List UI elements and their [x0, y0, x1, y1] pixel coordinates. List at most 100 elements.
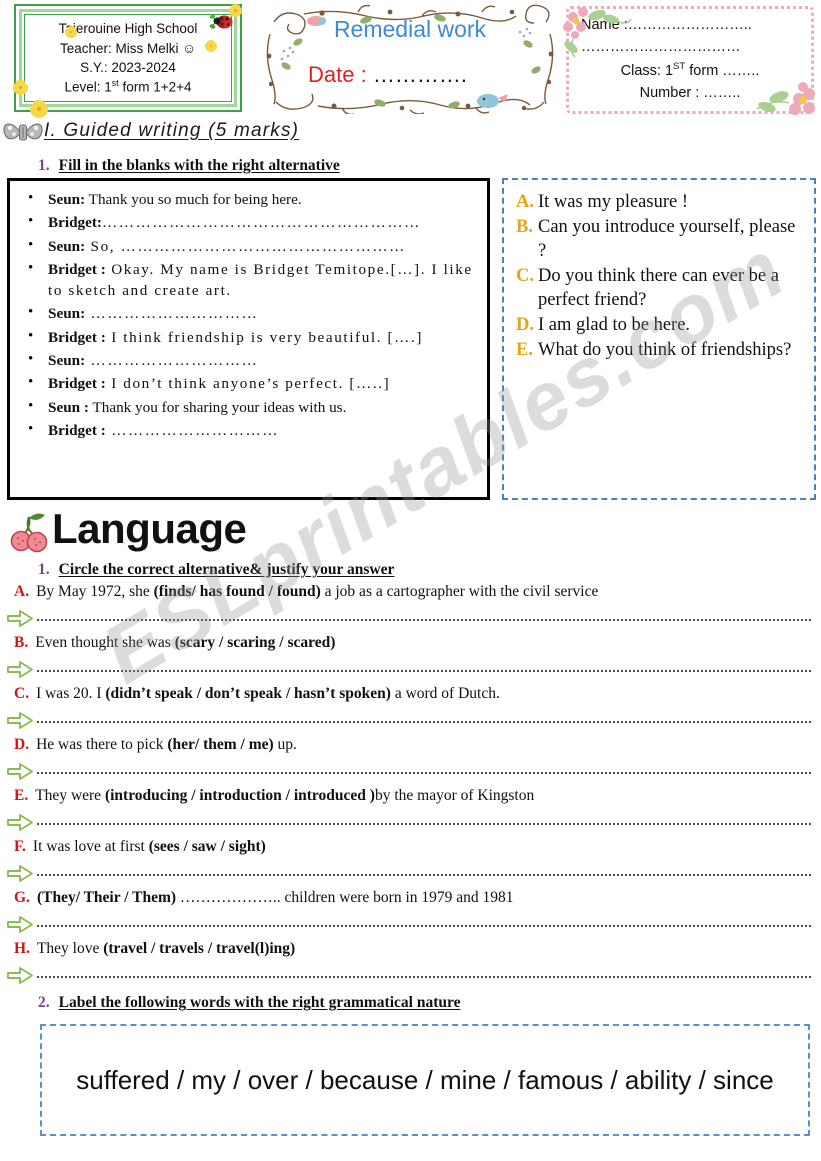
- ladybug-icon: [209, 14, 233, 29]
- flower-icon: [30, 100, 48, 118]
- option-item[interactable]: B. Can you introduce yourself, please ?: [512, 215, 806, 263]
- date-field: Date : ………….: [308, 62, 467, 88]
- option-letter: B.: [516, 217, 533, 238]
- grammar-answer-line[interactable]: [6, 709, 815, 733]
- grammar-text-after: by the mayor of Kingston: [374, 787, 535, 804]
- answer-dotted-line[interactable]: [37, 823, 811, 825]
- task-2-number: 1.: [38, 561, 50, 578]
- grammar-exercise-list: A. By May 1972, she (finds/ has found / f…: [0, 583, 821, 991]
- grammar-item: B. Even thought she was (scary / scaring …: [0, 634, 821, 685]
- flower-icon: [65, 26, 77, 38]
- dialogue-line: Seun : Thank you for sharing your ideas …: [18, 396, 479, 418]
- grammar-text-after: up.: [273, 736, 297, 753]
- answer-dotted-line[interactable]: [37, 772, 811, 774]
- grammar-choices[interactable]: (didn’t speak / don’t speak / hasn’t spo…: [105, 685, 391, 702]
- dialogue-text[interactable]: …………………………: [106, 422, 279, 439]
- grammar-choices[interactable]: (They/ Their / Them): [37, 889, 176, 906]
- grammar-answer-line[interactable]: [6, 607, 815, 631]
- dialogue-line: Seun: …………………………: [18, 302, 479, 324]
- language-section-heading: Language: [52, 505, 247, 552]
- dialogue-line: Bridget : I don’t think anyone’s perfect…: [18, 372, 479, 394]
- flower-decoration-icon: [563, 7, 632, 58]
- dialogue-text[interactable]: So, ……………………………………………: [85, 238, 406, 255]
- word-bank-text: suffered / my / over / because / mine / …: [76, 1064, 774, 1095]
- task-3-number: 2.: [38, 994, 50, 1011]
- answer-dotted-line[interactable]: [37, 721, 811, 723]
- option-item[interactable]: E. What do you think of friendships?: [512, 338, 806, 362]
- grammar-text-after: a job as a cartographer with the civil s…: [320, 583, 599, 600]
- grammar-item-letter: H.: [14, 940, 30, 957]
- dialogue-text[interactable]: I don’t think anyone’s perfect. […..]: [106, 375, 390, 392]
- options-list: A. It was my pleasure ! B. Can you introduc…: [512, 190, 806, 362]
- grammar-sentence: A. By May 1972, she (finds/ has found / f…: [14, 583, 811, 602]
- dialogue-list: Seun: Thank you so much for being here. B…: [18, 188, 479, 441]
- dialogue-text[interactable]: I think friendship is very beautiful. [……: [106, 329, 423, 346]
- flower-icon: [13, 80, 28, 95]
- dialogue-speaker: Bridget :: [48, 375, 106, 393]
- answer-dotted-line[interactable]: [37, 619, 811, 621]
- grammar-sentence: C. I was 20. I (didn’t speak / don’t spea…: [14, 685, 811, 704]
- option-item[interactable]: D. I am glad to be here.: [512, 313, 806, 337]
- task-1-number: 1.: [38, 157, 50, 174]
- grammar-answer-line[interactable]: [6, 811, 815, 835]
- header-row: Tajerouine High School Teacher: Miss Mel…: [0, 0, 821, 118]
- teacher-name: Teacher: Miss Melki ☺: [59, 40, 197, 56]
- dialogue-text[interactable]: …………………………: [85, 352, 258, 369]
- grammar-text-before: They were: [35, 787, 105, 804]
- option-item[interactable]: A. It was my pleasure !: [512, 190, 806, 214]
- grammar-choices[interactable]: (introducing / introduction / introduced…: [105, 787, 375, 804]
- flower-decoration-icon: [756, 82, 815, 115]
- answer-dotted-line[interactable]: [37, 976, 811, 978]
- grammar-item-letter: B.: [14, 634, 29, 651]
- grammar-text-before: I was 20. I: [36, 685, 106, 702]
- dialogue-text: Thank you for sharing your ideas with us…: [88, 398, 347, 416]
- grammar-answer-line[interactable]: [6, 658, 815, 682]
- grammar-choices[interactable]: (travel / travels / travel(l)ing): [103, 940, 295, 957]
- dialogue-box: Seun: Thank you so much for being here. B…: [7, 178, 490, 500]
- date-dots[interactable]: ………….: [373, 62, 467, 87]
- answer-dotted-line[interactable]: [37, 874, 811, 876]
- grammar-choices[interactable]: (finds/ has found / found): [154, 583, 321, 600]
- grammar-text-before: By May 1972, she: [36, 583, 154, 600]
- student-info-box: Name :…………………….. …………………………… Class: 1ST …: [563, 6, 815, 115]
- options-box: A. It was my pleasure ! B. Can you introduc…: [502, 178, 816, 500]
- answer-dotted-line[interactable]: [37, 925, 811, 927]
- remedial-work-title: Remedial work: [333, 16, 487, 42]
- grammar-answer-line[interactable]: [6, 964, 815, 988]
- option-text: Do you think there can ever be a perfect…: [538, 266, 779, 311]
- option-letter: E.: [516, 340, 533, 361]
- option-letter: D.: [516, 315, 534, 336]
- dialogue-speaker: Bridget :: [48, 260, 106, 278]
- dialogue-speaker: Seun:: [48, 351, 86, 369]
- dialogue-speaker: Seun:: [48, 237, 86, 255]
- grammar-choices[interactable]: (scary / scaring / scared): [175, 634, 336, 651]
- dialogue-text[interactable]: Okay. My name is Bridget Temitope.[…]. I…: [48, 261, 473, 299]
- green-arrow-icon: [7, 712, 33, 729]
- option-text: I am glad to be here.: [538, 315, 691, 336]
- grammar-sentence: G. (They/ Their / Them) ……………….. children…: [14, 889, 811, 908]
- grammar-answer-line[interactable]: [6, 760, 815, 784]
- grammar-answer-line[interactable]: [6, 913, 815, 937]
- answer-dotted-line[interactable]: [37, 670, 811, 672]
- section-one-heading: I. Guided writing (5 marks): [44, 120, 300, 141]
- dialogue-text[interactable]: …………………………: [85, 305, 258, 322]
- grammar-answer-line[interactable]: [6, 862, 815, 886]
- school-box-inner-border: Tajerouine High School Teacher: Miss Mel…: [19, 9, 237, 107]
- option-text: What do you think of friendships?: [538, 340, 792, 361]
- option-item[interactable]: C. Do you think there can ever be a perfe…: [512, 264, 806, 312]
- school-info-box: Tajerouine High School Teacher: Miss Mel…: [13, 4, 242, 118]
- grammar-item: E. They were (introducing / introduction …: [0, 787, 821, 838]
- remedial-work-box: Remedial work Date : ………….: [262, 4, 558, 114]
- grammar-choices[interactable]: (her/ them / me): [167, 736, 273, 753]
- green-arrow-icon: [7, 661, 33, 678]
- dialogue-text[interactable]: …………………………………………………: [102, 214, 421, 231]
- grammar-item: C. I was 20. I (didn’t speak / don’t spea…: [0, 685, 821, 736]
- grammar-item-letter: C.: [14, 685, 30, 702]
- grammar-sentence: D. He was there to pick (her/ them / me) …: [14, 736, 811, 755]
- dialogue-line: Bridget : I think friendship is very bea…: [18, 326, 479, 348]
- grammar-item-letter: G.: [14, 889, 30, 906]
- dialogue-line: Seun: Thank you so much for being here.: [18, 188, 479, 210]
- grammar-choices[interactable]: (sees / saw / sight): [149, 838, 266, 855]
- dialogue-speaker: Bridget :: [48, 328, 106, 346]
- school-box-content: Tajerouine High School Teacher: Miss Mel…: [24, 14, 232, 102]
